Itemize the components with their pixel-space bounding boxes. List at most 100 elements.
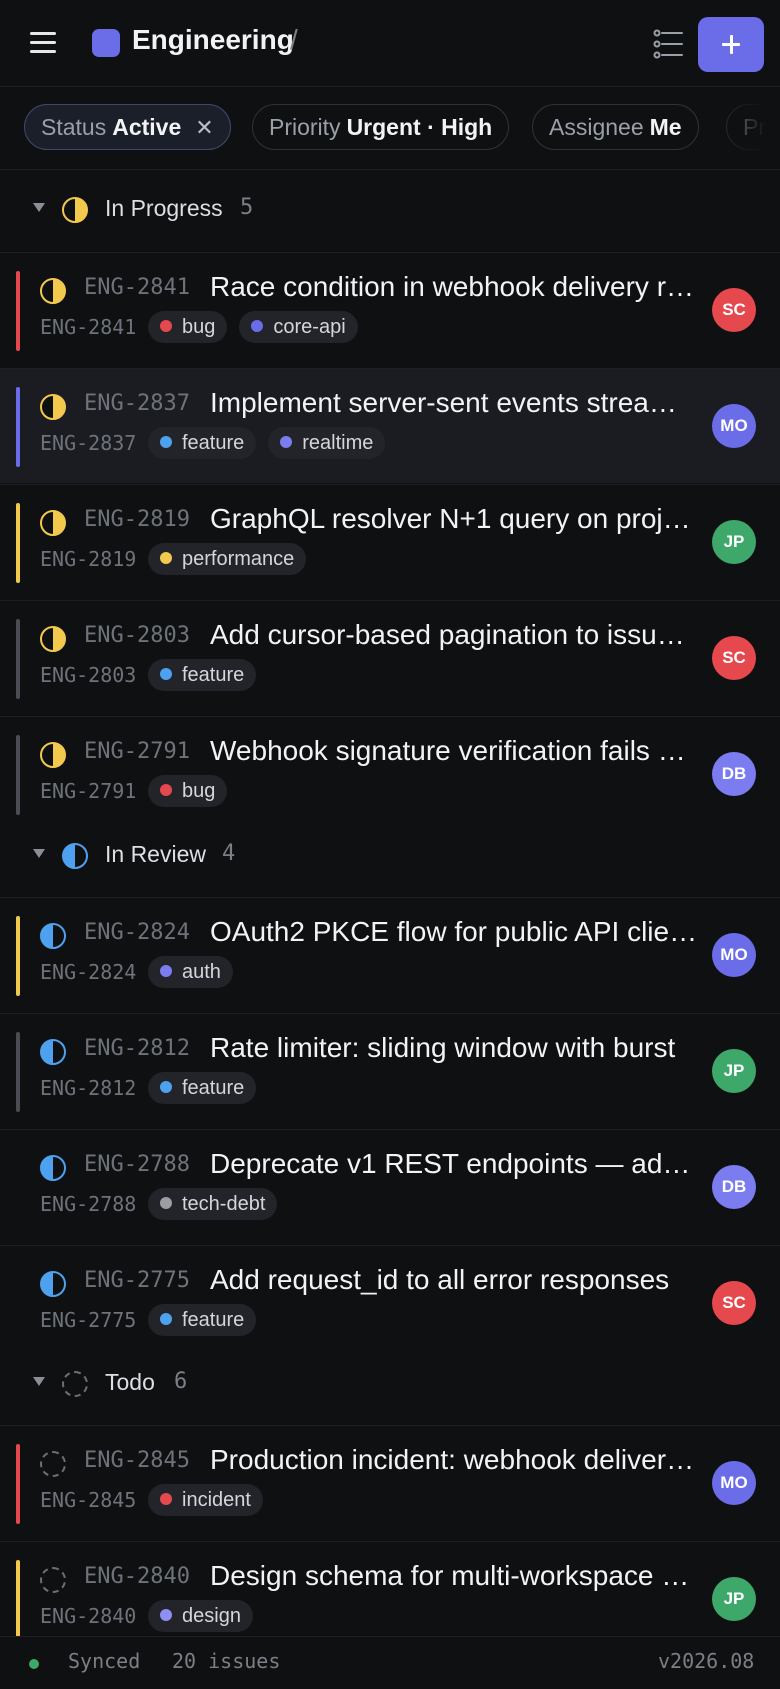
priority-indicator: [16, 1444, 20, 1524]
priority-indicator: [16, 735, 20, 815]
issue-title[interactable]: Production incident: webhook delivery st…: [210, 1444, 700, 1476]
in-progress-icon[interactable]: [40, 394, 66, 420]
menu-icon[interactable]: [24, 28, 62, 58]
chevron-down-icon[interactable]: [33, 203, 45, 212]
issue-labels: feature: [148, 1072, 268, 1104]
assignee-avatar[interactable]: MO: [712, 404, 756, 448]
filter-chip-assignee[interactable]: Assignee Me: [532, 104, 699, 150]
in-progress-icon[interactable]: [40, 626, 66, 652]
issue-id: ENG-2788: [84, 1152, 190, 1177]
issue-title[interactable]: Rate limiter: sliding window with burst: [210, 1032, 700, 1064]
issue-row[interactable]: ENG-2824 OAuth2 PKCE flow for public API …: [0, 897, 780, 1012]
group-header-todo[interactable]: Todo 6: [0, 1343, 780, 1425]
issue-row[interactable]: ENG-2803 Add cursor-based pagination to i…: [0, 600, 780, 715]
label-dot-icon: [160, 1080, 172, 1093]
issue-id-secondary: ENG-2837: [40, 431, 137, 455]
issue-id: ENG-2812: [84, 1036, 190, 1061]
in-progress-icon[interactable]: [40, 742, 66, 768]
filter-key: Assignee: [549, 114, 644, 140]
label-chip[interactable]: bug: [148, 775, 228, 807]
label-chip[interactable]: bug: [148, 311, 228, 343]
in-progress-icon[interactable]: [40, 510, 66, 536]
label-chip[interactable]: performance: [148, 543, 307, 575]
sync-status: Synced: [68, 1649, 141, 1673]
label-chip[interactable]: realtime: [268, 427, 386, 459]
issue-title[interactable]: Race condition in webhook delivery retry…: [210, 271, 700, 303]
remove-filter-icon[interactable]: ✕: [195, 115, 213, 140]
label-chip[interactable]: feature: [148, 1304, 257, 1336]
assignee-avatar[interactable]: DB: [712, 752, 756, 796]
label-name: realtime: [302, 432, 374, 454]
sync-status-icon: [29, 1659, 39, 1669]
issue-id-secondary: ENG-2819: [40, 547, 137, 571]
issue-id-secondary: ENG-2840: [40, 1604, 137, 1628]
issue-id: ENG-2791: [84, 739, 190, 764]
issue-row[interactable]: ENG-2841 Race condition in webhook delive…: [0, 252, 780, 367]
issue-row[interactable]: ENG-2845 Production incident: webhook del…: [0, 1425, 780, 1540]
filter-chip-priority[interactable]: Priority Urgent · High: [252, 104, 510, 150]
label-chip[interactable]: feature: [148, 427, 257, 459]
issue-id: ENG-2824: [84, 920, 190, 945]
filter-chip-status[interactable]: Status Active ✕: [24, 104, 231, 150]
issue-row[interactable]: ENG-2788 Deprecate v1 REST endpoints — ad…: [0, 1129, 780, 1244]
issue-id: ENG-2845: [84, 1448, 190, 1473]
label-chip[interactable]: tech-debt: [148, 1188, 278, 1220]
chevron-down-icon[interactable]: [33, 849, 45, 858]
scroll-fade: [710, 87, 780, 169]
team-color-icon: [92, 29, 120, 57]
assignee-avatar[interactable]: SC: [712, 1281, 756, 1325]
top-bar: Engineering /: [0, 0, 780, 87]
assignee-avatar[interactable]: DB: [712, 1165, 756, 1209]
in-review-icon[interactable]: [40, 1155, 66, 1181]
in-review-icon[interactable]: [40, 1271, 66, 1297]
issue-title[interactable]: Design schema for multi-workspace suppor…: [210, 1560, 700, 1592]
in-review-icon[interactable]: [40, 923, 66, 949]
assignee-avatar[interactable]: MO: [712, 933, 756, 977]
label-chip[interactable]: feature: [148, 1072, 257, 1104]
in-review-icon[interactable]: [40, 1039, 66, 1065]
label-chip[interactable]: design: [148, 1600, 253, 1632]
issue-labels: design: [148, 1600, 265, 1632]
label-chip[interactable]: core-api: [239, 311, 358, 343]
new-issue-button[interactable]: [698, 17, 764, 72]
issue-title[interactable]: Implement server-sent events streaming: [210, 387, 700, 419]
priority-indicator: [16, 503, 20, 583]
issue-labels: incident: [148, 1484, 275, 1516]
assignee-avatar[interactable]: JP: [712, 520, 756, 564]
issue-title[interactable]: GraphQL resolver N+1 query on projects: [210, 503, 700, 535]
issue-row[interactable]: ENG-2791 Webhook signature verification f…: [0, 716, 780, 831]
in-progress-icon[interactable]: [40, 278, 66, 304]
display-options-icon[interactable]: [648, 24, 688, 64]
group-count: 6: [174, 1369, 188, 1394]
issue-row[interactable]: ENG-2819 GraphQL resolver N+1 query on pr…: [0, 484, 780, 599]
label-dot-icon: [160, 1492, 172, 1505]
issue-row[interactable]: ENG-2837 Implement server-sent events str…: [0, 368, 780, 483]
todo-icon: [62, 1371, 88, 1397]
assignee-avatar[interactable]: MO: [712, 1461, 756, 1505]
issue-title[interactable]: Add cursor-based pagination to issues li…: [210, 619, 700, 651]
status-bar: Synced 20 issues v2026.08: [0, 1636, 780, 1689]
todo-icon[interactable]: [40, 1451, 66, 1477]
assignee-avatar[interactable]: SC: [712, 288, 756, 332]
issue-title[interactable]: Webhook signature verification fails on …: [210, 735, 700, 767]
group-header-in-review[interactable]: In Review 4: [0, 815, 780, 897]
team-name[interactable]: Engineering: [132, 24, 294, 56]
group-header-in-progress[interactable]: In Progress 5: [0, 169, 780, 251]
assignee-avatar[interactable]: JP: [712, 1577, 756, 1621]
issue-title[interactable]: Deprecate v1 REST endpoints — add sunset…: [210, 1148, 700, 1180]
assignee-avatar[interactable]: SC: [712, 636, 756, 680]
issue-title[interactable]: Add request_id to all error responses: [210, 1264, 700, 1296]
issue-id-secondary: ENG-2791: [40, 779, 137, 803]
label-dot-icon: [160, 319, 172, 332]
label-chip[interactable]: feature: [148, 659, 257, 691]
issue-title[interactable]: OAuth2 PKCE flow for public API clients: [210, 916, 700, 948]
chevron-down-icon[interactable]: [33, 1377, 45, 1386]
assignee-avatar[interactable]: JP: [712, 1049, 756, 1093]
issue-row[interactable]: ENG-2812 Rate limiter: sliding window wit…: [0, 1013, 780, 1128]
label-chip[interactable]: auth: [148, 956, 233, 988]
todo-icon[interactable]: [40, 1567, 66, 1593]
label-chip[interactable]: incident: [148, 1484, 263, 1516]
label-dot-icon: [160, 783, 172, 796]
in-review-icon: [62, 843, 88, 869]
label-name: core-api: [273, 316, 346, 338]
